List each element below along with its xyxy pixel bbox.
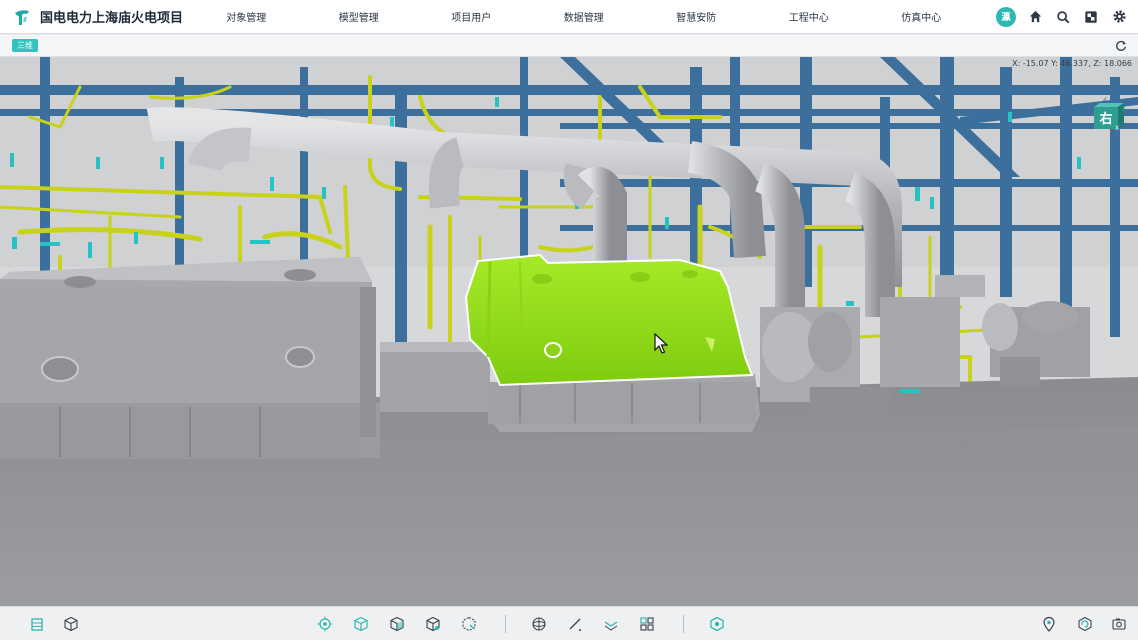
axis-y-label: Y xyxy=(1121,106,1126,113)
nav-item-object-management[interactable]: 对象管理 xyxy=(190,9,303,24)
plant-3d-scene[interactable] xyxy=(0,57,1138,606)
target-icon[interactable] xyxy=(316,615,334,633)
layers-icon[interactable] xyxy=(1082,8,1100,26)
toolbar-separator xyxy=(683,615,684,633)
axis-x-label: X xyxy=(1115,125,1119,131)
selected-turbine-casing[interactable] xyxy=(464,253,760,432)
view-cube[interactable]: 右 Z Y X xyxy=(1090,96,1126,132)
view-tabs-bar: 三维 xyxy=(0,35,1138,57)
cube-cut-icon[interactable] xyxy=(424,615,442,633)
cube-half-icon[interactable] xyxy=(388,615,406,633)
rotate-icon[interactable] xyxy=(1076,615,1094,633)
main-nav: 对象管理 模型管理 项目用户 数据管理 智慧安防 工程中心 仿真中心 xyxy=(190,9,996,24)
coordinate-readout: X: -15.07 Y: 46.337, Z: 18.066 xyxy=(1012,59,1132,68)
nav-item-simulation-center[interactable]: 仿真中心 xyxy=(865,9,978,24)
nav-item-project-users[interactable]: 项目用户 xyxy=(415,9,528,24)
bottom-toolbar xyxy=(0,606,1138,640)
app-title: 国电电力上海庙火电项目 xyxy=(40,11,184,26)
cyan-fitting xyxy=(900,389,920,393)
toolbar-separator xyxy=(505,615,506,633)
3d-viewport[interactable]: X: -15.07 Y: 46.337, Z: 18.066 右 Z Y X xyxy=(0,57,1138,606)
grid-icon[interactable] xyxy=(638,615,656,633)
cube-solid-icon[interactable] xyxy=(352,615,370,633)
view-tag-3d[interactable]: 三维 xyxy=(12,39,38,52)
section-icon[interactable] xyxy=(602,615,620,633)
top-navigation-bar: 国电电力上海庙火电项目 对象管理 模型管理 项目用户 数据管理 智慧安防 工程中… xyxy=(0,0,1138,34)
hexagon-icon[interactable] xyxy=(708,615,726,633)
search-icon[interactable] xyxy=(1054,8,1072,26)
avatar[interactable]: 瀛 xyxy=(996,6,1016,27)
building-icon[interactable] xyxy=(28,615,46,633)
gear-icon[interactable] xyxy=(1110,8,1128,26)
screenshot-icon[interactable] xyxy=(1110,615,1128,633)
nav-item-smart-security[interactable]: 智慧安防 xyxy=(640,9,753,24)
home-icon[interactable] xyxy=(1026,8,1044,26)
axis-z-label: Z xyxy=(1103,97,1107,103)
nav-item-engineering-center[interactable]: 工程中心 xyxy=(753,9,866,24)
brand: 国电电力上海庙火电项目 xyxy=(0,7,190,27)
cube-dashed-icon[interactable] xyxy=(460,615,478,633)
cyan-fitting xyxy=(846,301,854,306)
location-pin-icon[interactable] xyxy=(1040,615,1058,633)
sphere-icon[interactable] xyxy=(530,615,548,633)
view-cube-label: 右 xyxy=(1098,111,1112,127)
refresh-icon[interactable] xyxy=(1114,39,1128,53)
measure-line-icon[interactable] xyxy=(566,615,584,633)
mouse-pointer-icon xyxy=(654,333,668,354)
cube-outline-icon[interactable] xyxy=(62,615,80,633)
nav-item-model-management[interactable]: 模型管理 xyxy=(303,9,416,24)
logo-icon xyxy=(15,9,29,25)
nav-item-data-management[interactable]: 数据管理 xyxy=(528,9,641,24)
header-actions: 瀛 xyxy=(996,6,1138,27)
